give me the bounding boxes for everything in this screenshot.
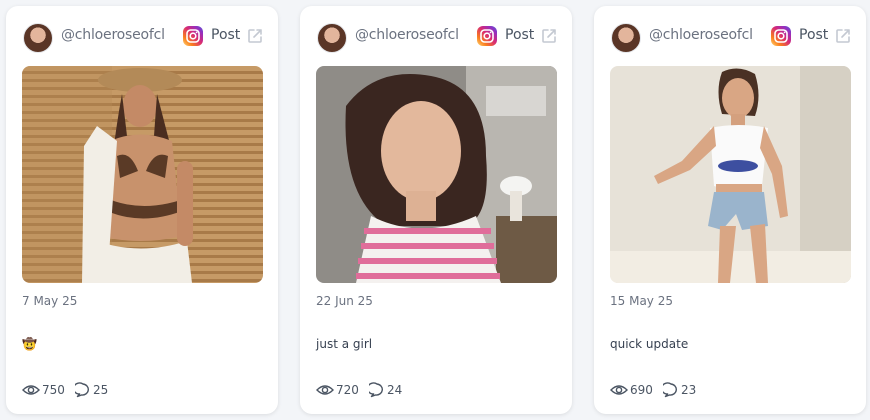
post-image[interactable] [316, 66, 557, 283]
card-header: @chloeroseofcl Post [300, 6, 572, 66]
post-type-label: Post [211, 27, 241, 43]
post-date: 7 May 25 [22, 294, 78, 308]
comments-count: 25 [93, 383, 109, 397]
avatar[interactable] [611, 23, 641, 53]
comments-count: 24 [387, 383, 403, 397]
post-card[interactable]: @chloeroseofcl Post 22 Jun 25 just a gir… [300, 6, 572, 414]
views-count: 690 [630, 383, 653, 397]
comment-icon [369, 382, 383, 398]
eye-icon [316, 385, 334, 395]
comment-icon [663, 382, 677, 398]
comments-count: 23 [681, 383, 697, 397]
avatar[interactable] [317, 23, 347, 53]
external-link-icon[interactable] [540, 27, 558, 45]
account-handle[interactable]: @chloeroseofcl [61, 27, 165, 43]
eye-icon [22, 385, 40, 395]
external-link-icon[interactable] [246, 27, 264, 45]
post-type-label: Post [505, 27, 535, 43]
post-image[interactable] [610, 66, 851, 283]
post-card[interactable]: @chloeroseofcl Post 7 May 25 🤠 750 25 [6, 6, 278, 414]
account-handle[interactable]: @chloeroseofcl [649, 27, 753, 43]
external-link-icon[interactable] [834, 27, 852, 45]
post-type-label: Post [799, 27, 829, 43]
instagram-icon [771, 26, 791, 46]
instagram-icon [183, 26, 203, 46]
post-caption: 🤠 [22, 337, 37, 351]
post-date: 15 May 25 [610, 294, 673, 308]
eye-icon [610, 385, 628, 395]
account-handle[interactable]: @chloeroseofcl [355, 27, 459, 43]
views-count: 720 [336, 383, 359, 397]
instagram-icon [477, 26, 497, 46]
comment-icon [75, 382, 89, 398]
post-date: 22 Jun 25 [316, 294, 373, 308]
post-card[interactable]: @chloeroseofcl Post 15 May 25 quick upda… [594, 6, 866, 414]
card-header: @chloeroseofcl Post [6, 6, 278, 66]
post-image[interactable] [22, 66, 263, 283]
card-header: @chloeroseofcl Post [594, 6, 866, 66]
post-caption: quick update [610, 337, 689, 351]
avatar[interactable] [23, 23, 53, 53]
views-count: 750 [42, 383, 65, 397]
post-caption: just a girl [316, 337, 373, 351]
